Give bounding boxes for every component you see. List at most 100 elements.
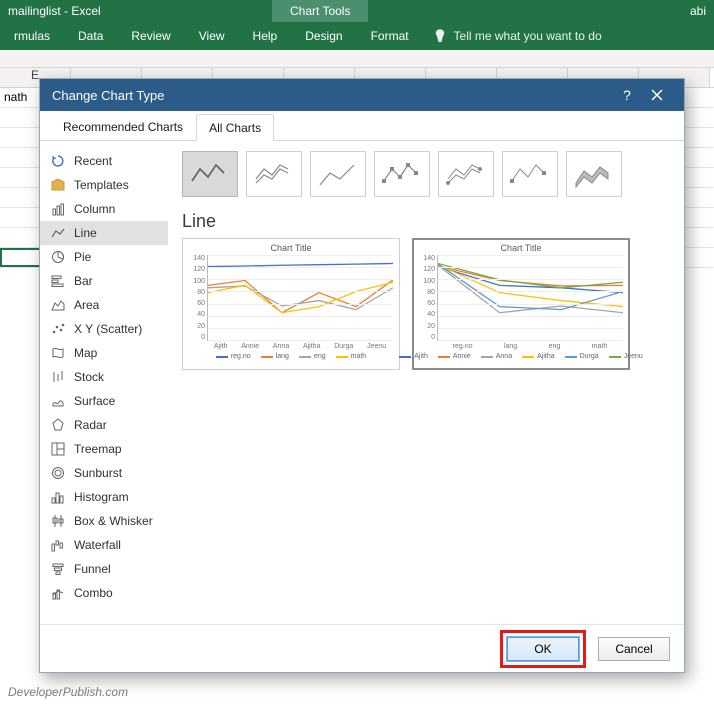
chart-preview[interactable]: Chart Title140120100806040200reg.nolange… <box>412 238 630 370</box>
preview-title: Chart Title <box>415 243 627 253</box>
ok-button[interactable]: OK <box>507 637 579 661</box>
chart-category-list: Recent Templates Column Line Pie Bar Area X Y (… <box>40 141 168 624</box>
category-label: Treemap <box>74 442 122 456</box>
ribbon-tab-format[interactable]: Format <box>357 22 423 50</box>
watermark: DeveloperPublish.com <box>8 685 128 699</box>
category-stock[interactable]: Stock <box>40 365 168 389</box>
category-histogram[interactable]: Histogram <box>40 485 168 509</box>
excel-window: mailinglist - Excel Chart Tools abi rmul… <box>0 0 714 707</box>
category-templates[interactable]: Templates <box>40 173 168 197</box>
category-label: Column <box>74 202 115 216</box>
ribbon-tab-review[interactable]: Review <box>117 22 184 50</box>
category-waterfall[interactable]: Waterfall <box>40 533 168 557</box>
preview-title: Chart Title <box>185 243 397 253</box>
category-label: Funnel <box>74 562 111 576</box>
category-funnel[interactable]: Funnel <box>40 557 168 581</box>
subtype-100-stacked-line[interactable] <box>310 151 366 197</box>
tell-me-search[interactable]: Tell me what you want to do <box>433 29 602 43</box>
category-label: Box & Whisker <box>74 514 153 528</box>
category-label: X Y (Scatter) <box>74 322 142 336</box>
radar-icon <box>50 417 66 433</box>
category-label: Line <box>74 226 97 240</box>
ribbon-tab-formulas[interactable]: rmulas <box>0 22 64 50</box>
category-bar[interactable]: Bar <box>40 269 168 293</box>
combo-icon <box>50 585 66 601</box>
category-label: Area <box>74 298 99 312</box>
waterfall-icon <box>50 537 66 553</box>
help-button[interactable]: ? <box>612 79 642 111</box>
ribbon-tab-data[interactable]: Data <box>64 22 117 50</box>
category-label: Recent <box>74 154 112 168</box>
category-scatter[interactable]: X Y (Scatter) <box>40 317 168 341</box>
category-label: Combo <box>74 586 113 600</box>
line-icon <box>50 225 66 241</box>
category-label: Surface <box>74 394 115 408</box>
category-map[interactable]: Map <box>40 341 168 365</box>
column-icon <box>50 201 66 217</box>
category-treemap[interactable]: Treemap <box>40 437 168 461</box>
histogram-icon <box>50 489 66 505</box>
dialog-title: Change Chart Type <box>52 88 165 103</box>
subtype-line-markers[interactable] <box>374 151 430 197</box>
stock-icon <box>50 369 66 385</box>
category-label: Bar <box>74 274 93 288</box>
surface-icon <box>50 393 66 409</box>
close-button[interactable] <box>642 79 672 111</box>
subtype-line[interactable] <box>182 151 238 197</box>
dialog-titlebar[interactable]: Change Chart Type ? <box>40 79 684 111</box>
bar-icon <box>50 273 66 289</box>
category-boxwhisker[interactable]: Box & Whisker <box>40 509 168 533</box>
tab-recommended-charts[interactable]: Recommended Charts <box>50 113 196 140</box>
subtype-stacked-line[interactable] <box>246 151 302 197</box>
chart-preview[interactable]: Chart Title140120100806040200AjithAnnieA… <box>182 238 400 370</box>
map-icon <box>50 345 66 361</box>
category-surface[interactable]: Surface <box>40 389 168 413</box>
category-label: Pie <box>74 250 91 264</box>
ribbon-tab-design[interactable]: Design <box>291 22 356 50</box>
category-radar[interactable]: Radar <box>40 413 168 437</box>
chart-previews: Chart Title140120100806040200AjithAnnieA… <box>182 238 670 370</box>
selected-subtype-label: Line <box>182 211 670 232</box>
change-chart-type-dialog: Change Chart Type ? Recommended Charts A… <box>39 78 685 673</box>
filename: mailinglist - Excel <box>0 4 101 18</box>
category-label: Histogram <box>74 490 129 504</box>
dialog-footer: OK Cancel <box>40 624 684 672</box>
category-label: Radar <box>74 418 107 432</box>
category-combo[interactable]: Combo <box>40 581 168 605</box>
boxwhisker-icon <box>50 513 66 529</box>
ok-highlight: OK <box>500 630 586 668</box>
close-icon <box>651 89 663 101</box>
tab-all-charts[interactable]: All Charts <box>196 114 274 141</box>
category-area[interactable]: Area <box>40 293 168 317</box>
subtype-3d-line[interactable] <box>566 151 622 197</box>
subtype-100-stacked-line-markers[interactable] <box>502 151 558 197</box>
category-recent[interactable]: Recent <box>40 149 168 173</box>
category-label: Templates <box>74 178 129 192</box>
user-label: abi <box>690 4 706 18</box>
title-bar: mailinglist - Excel Chart Tools abi <box>0 0 714 22</box>
funnel-icon <box>50 561 66 577</box>
category-column[interactable]: Column <box>40 197 168 221</box>
ribbon-tab-help[interactable]: Help <box>239 22 292 50</box>
sunburst-icon <box>50 465 66 481</box>
templates-icon <box>50 177 66 193</box>
scatter-icon <box>50 321 66 337</box>
lightbulb-icon <box>433 29 448 43</box>
dialog-tabs: Recommended Charts All Charts <box>40 111 684 141</box>
chart-tools-label: Chart Tools <box>272 0 368 22</box>
category-sunburst[interactable]: Sunburst <box>40 461 168 485</box>
line-subtypes <box>182 151 670 197</box>
category-label: Stock <box>74 370 104 384</box>
category-pie[interactable]: Pie <box>40 245 168 269</box>
category-label: Sunburst <box>74 466 122 480</box>
area-icon <box>50 297 66 313</box>
ribbon-tab-view[interactable]: View <box>185 22 239 50</box>
treemap-icon <box>50 441 66 457</box>
recent-icon <box>50 153 66 169</box>
chart-main-pane: Line Chart Title140120100806040200AjithA… <box>168 141 684 624</box>
category-line[interactable]: Line <box>40 221 168 245</box>
subtype-stacked-line-markers[interactable] <box>438 151 494 197</box>
category-label: Map <box>74 346 97 360</box>
ribbon-strip <box>0 50 714 68</box>
cancel-button[interactable]: Cancel <box>598 637 670 661</box>
